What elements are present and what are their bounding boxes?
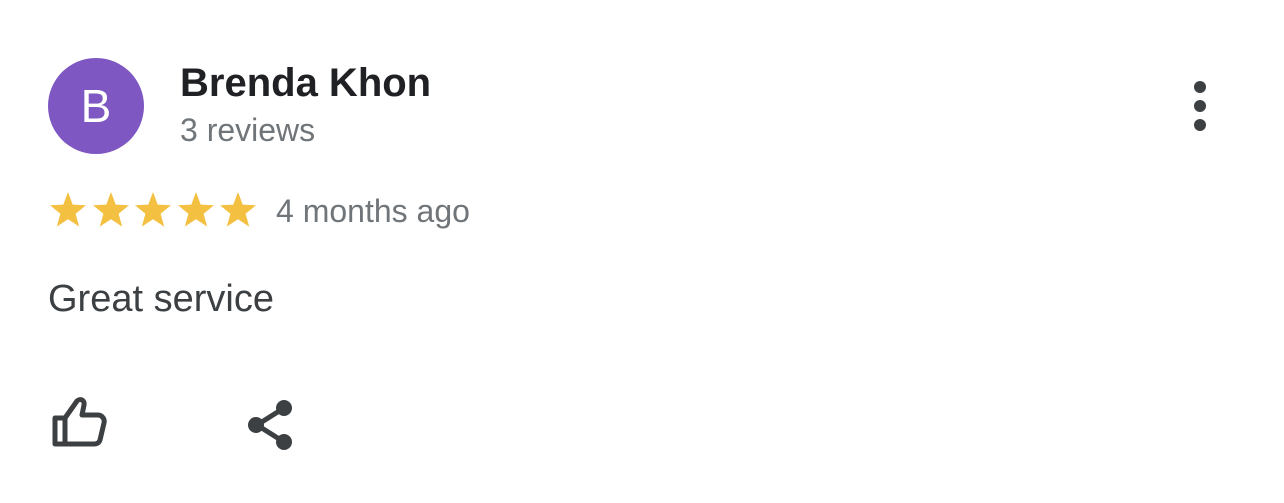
review-time: 4 months ago [276,193,470,229]
star-icon [135,192,171,227]
share-icon [248,400,292,450]
star-icon [92,192,129,227]
star-icon [177,192,214,227]
like-button[interactable] [46,392,112,452]
share-button[interactable] [238,394,302,456]
star-rating [48,190,261,230]
more-options-button[interactable] [1176,76,1224,136]
avatar-initial: B [80,80,112,132]
review-card: B Brenda Khon 3 reviews 4 months ago Gre… [0,0,1284,503]
more-vert-icon [1194,81,1206,131]
star-icon [50,192,86,227]
star-icon [220,192,256,227]
review-text: Great service [48,278,274,320]
review-count: 3 reviews [180,112,316,148]
avatar[interactable]: B [48,58,144,154]
thumb-up-icon [52,397,107,447]
reviewer-name[interactable]: Brenda Khon [180,60,431,106]
